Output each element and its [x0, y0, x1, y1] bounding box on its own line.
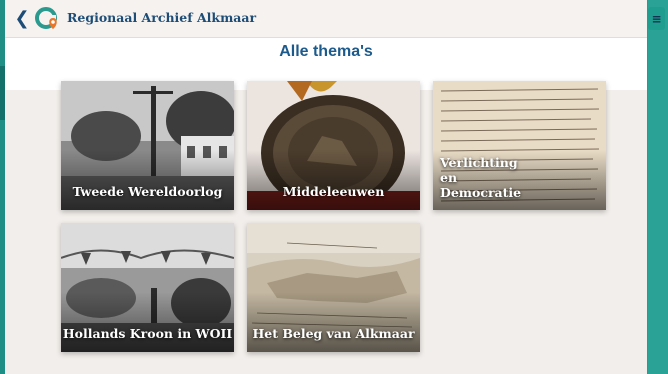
- app-header: ❮ Regionaal Archief Alkmaar ≡: [5, 0, 665, 38]
- theme-card-label: Verlichting en Democratie: [440, 155, 522, 200]
- theme-card-label: Tweede Wereldoorlog: [72, 184, 223, 199]
- theme-card-hollands-kroon-in-woii[interactable]: Hollands Kroon in WOII: [61, 223, 234, 352]
- theme-card-het-beleg-van-alkmaar[interactable]: Het Beleg van Alkmaar: [247, 223, 420, 352]
- page-title: Alle thema's: [279, 43, 373, 60]
- theme-card-label: Middeleeuwen: [282, 184, 385, 199]
- theme-card-label: Het Beleg van Alkmaar: [252, 326, 415, 341]
- app-logo-icon: [35, 7, 57, 29]
- theme-card-middeleeuwen[interactable]: Middeleeuwen: [247, 81, 420, 210]
- back-button[interactable]: ❮: [13, 7, 31, 29]
- theme-card-verlichting-en-democratie[interactable]: Verlichting en Democratie: [433, 81, 606, 210]
- card-shade: [61, 150, 234, 210]
- card-shade: [61, 292, 234, 352]
- menu-button[interactable]: ≡: [648, 7, 665, 30]
- theme-card-label: Hollands Kroon in WOII: [62, 326, 233, 341]
- window-frame-right: [648, 0, 668, 374]
- card-shade: [247, 292, 420, 352]
- app-title: Regionaal Archief Alkmaar: [67, 10, 257, 25]
- theme-card-tweede-wereldoorlog[interactable]: Tweede Wereldoorlog: [61, 81, 234, 210]
- app-window: ❮ Regionaal Archief Alkmaar ≡ Alle thema…: [5, 0, 665, 374]
- hamburger-menu-icon: ≡: [651, 11, 662, 26]
- chevron-left-icon: ❮: [14, 7, 30, 29]
- card-shade: [247, 150, 420, 210]
